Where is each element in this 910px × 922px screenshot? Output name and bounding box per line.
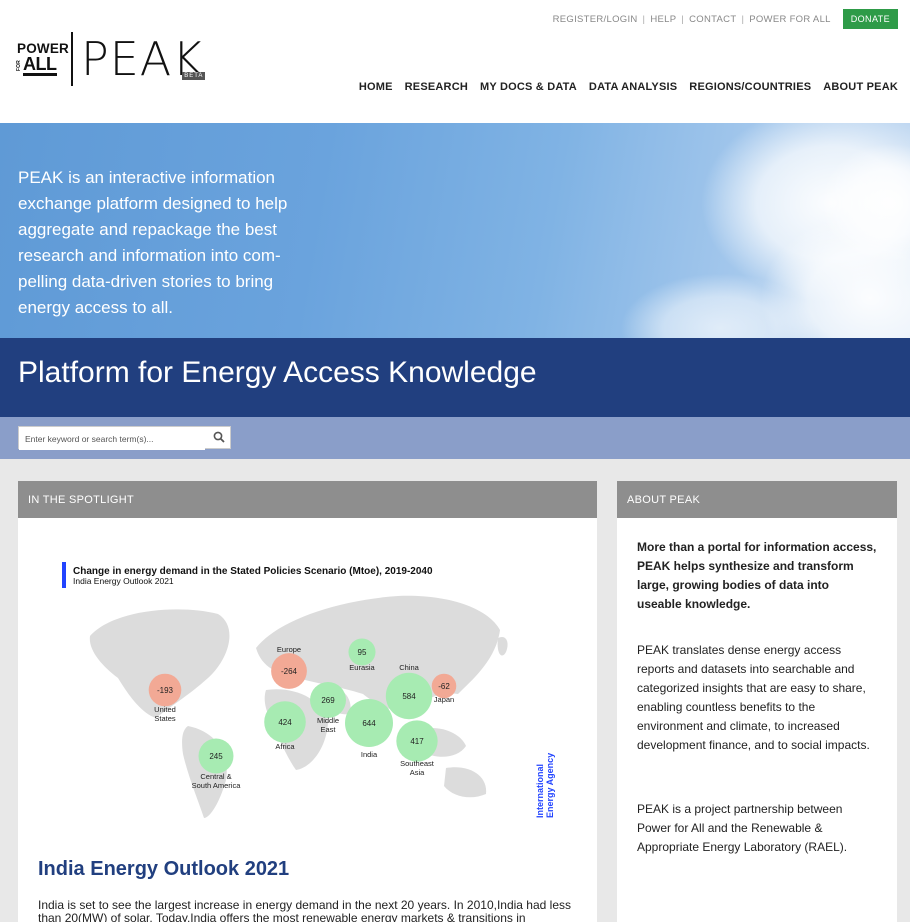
region-label: China — [399, 663, 419, 672]
bubble-value: 95 — [358, 648, 367, 657]
region-label: Japan — [434, 695, 454, 704]
spotlight-heading: IN THE SPOTLIGHT — [18, 481, 597, 518]
power-for-all-logo: POWER FOR ALL — [16, 40, 70, 77]
region-label: Africa — [275, 742, 295, 751]
region-label: United — [154, 705, 176, 714]
chart-source-line1: International — [535, 764, 545, 818]
article-summary: India is set to see the largest increase… — [38, 898, 571, 922]
hero-text: PEAK is an interactive information excha… — [18, 168, 288, 317]
region-label: Southeast — [400, 759, 435, 768]
power-for-all-link[interactable]: POWER FOR ALL — [745, 14, 835, 25]
about-panel: More than a portal for information acces… — [617, 518, 897, 922]
region-label: States — [154, 714, 176, 723]
nav-data-analysis[interactable]: DATA ANALYSIS — [589, 81, 677, 93]
region-label: Asia — [410, 768, 425, 777]
beta-badge: BETA — [182, 72, 206, 80]
nav-research[interactable]: RESEARCH — [405, 81, 468, 93]
main-nav: HOME RESEARCH MY DOCS & DATA DATA ANALYS… — [359, 81, 898, 93]
bubble-value: 644 — [362, 719, 376, 728]
logo-divider — [71, 32, 73, 86]
energy-demand-chart[interactable]: Change in energy demand in the Stated Po… — [18, 518, 597, 833]
region-label: Europe — [277, 645, 301, 654]
logo-for-text: FOR — [16, 60, 22, 72]
region-label: South America — [192, 781, 242, 790]
region-label: Central & — [200, 772, 231, 781]
region-label: India — [361, 750, 378, 759]
title-band: Platform for Energy Access Knowledge — [0, 338, 910, 417]
content-area: IN THE SPOTLIGHT Change in energy demand… — [0, 459, 910, 922]
bubble-value: -62 — [438, 682, 450, 691]
chart-title-marker — [62, 562, 66, 588]
contact-link[interactable]: CONTACT — [685, 14, 740, 25]
hero-banner: PEAK is an interactive information excha… — [0, 123, 910, 338]
page-title: Platform for Energy Access Knowledge — [18, 356, 537, 389]
about-paragraph-3: PEAK is a project partnership between Po… — [637, 802, 848, 854]
nav-my-docs-data[interactable]: MY DOCS & DATA — [480, 81, 577, 93]
site-logo[interactable]: POWER FOR ALL PEAK BETA — [16, 32, 206, 86]
chart-source-line2: Energy Agency — [545, 753, 555, 818]
peak-logo: PEAK BETA — [81, 36, 206, 82]
about-heading: ABOUT PEAK — [617, 481, 897, 518]
region-label: Middle — [317, 716, 339, 725]
register-login-link[interactable]: REGISTER/LOGIN — [549, 14, 642, 25]
bubble-value: 424 — [278, 718, 292, 727]
bubble-value: 245 — [209, 752, 223, 761]
chart-subtitle: India Energy Outlook 2021 — [73, 576, 174, 586]
nav-home[interactable]: HOME — [359, 81, 393, 93]
bubble-value: -193 — [157, 686, 174, 695]
spotlight-panel: Change in energy demand in the Stated Po… — [18, 518, 597, 922]
logo-all-text: ALL — [23, 54, 57, 77]
donate-button[interactable]: DONATE — [842, 9, 898, 29]
search-bar — [0, 417, 910, 459]
search-box — [18, 426, 231, 450]
bubble-value: 269 — [321, 696, 335, 705]
bubble-value: 584 — [402, 692, 416, 701]
region-label: Eurasia — [349, 663, 375, 672]
about-paragraph-2: PEAK translates dense energy access repo… — [637, 643, 870, 752]
article-title[interactable]: India Energy Outlook 2021 — [38, 858, 289, 881]
top-links: REGISTER/LOGIN | HELP | CONTACT | POWER … — [549, 9, 898, 29]
region-label: East — [320, 725, 336, 734]
logo-power-text: POWER — [17, 40, 70, 56]
search-icon[interactable] — [213, 431, 225, 443]
help-link[interactable]: HELP — [646, 14, 680, 25]
bubble-value: -264 — [281, 667, 298, 676]
bubble-value: 417 — [410, 737, 424, 746]
nav-regions-countries[interactable]: REGIONS/COUNTRIES — [689, 81, 811, 93]
nav-about-peak[interactable]: ABOUT PEAK — [823, 81, 898, 93]
search-input[interactable] — [19, 428, 205, 450]
about-intro: More than a portal for information acces… — [637, 540, 877, 611]
